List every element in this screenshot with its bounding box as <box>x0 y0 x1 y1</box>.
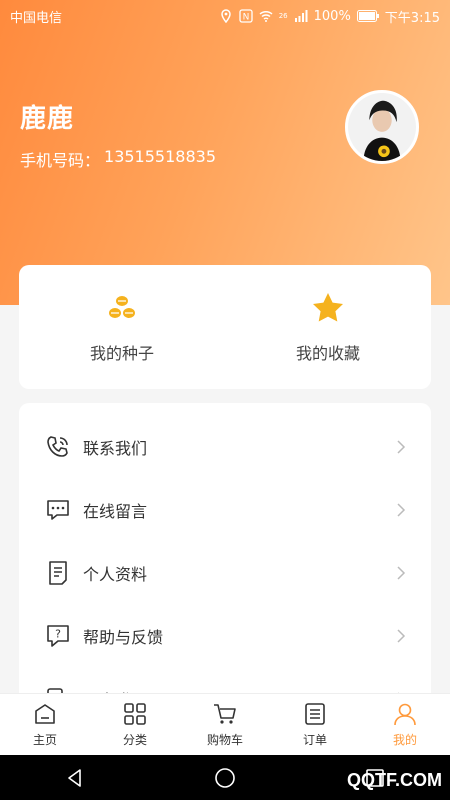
home-circle-icon[interactable] <box>213 766 237 790</box>
tab-label-mine: 我的 <box>392 733 417 747</box>
tab-home[interactable]: 主页 <box>0 694 90 755</box>
battery-percent: 100% <box>313 8 351 24</box>
user-name: 鹿鹿 <box>20 104 75 134</box>
svg-text:?: ? <box>55 627 61 640</box>
document-icon <box>49 560 67 585</box>
tab-mine[interactable]: 我的 <box>360 694 450 755</box>
my-seeds-button[interactable]: 我的种子 <box>42 290 202 364</box>
back-icon[interactable] <box>63 766 87 790</box>
my-favorites-button[interactable]: 我的收藏 <box>248 290 408 364</box>
menu-label-help: 帮助与反馈 <box>83 627 164 647</box>
chevron-right-icon <box>397 628 406 643</box>
menu-item-message[interactable]: 在线留言 <box>19 478 431 541</box>
my-favorites-label: 我的收藏 <box>295 344 360 363</box>
avatar-photo <box>348 93 416 161</box>
nfc-icon: N <box>239 9 253 23</box>
my-seeds-label: 我的种子 <box>89 344 154 363</box>
menu-label-profile: 个人资料 <box>83 564 148 584</box>
tab-label-category: 分类 <box>122 733 147 747</box>
watermark: QQTF.COM <box>347 770 442 790</box>
avatar[interactable] <box>345 90 419 164</box>
phone-icon <box>47 435 68 457</box>
chevron-right-icon <box>397 439 406 454</box>
help-icon: ? <box>47 624 69 647</box>
bottom-tab-bar: 主页 分类 购物车 订单 我的 <box>0 693 450 755</box>
tab-cart[interactable]: 购物车 <box>180 694 270 755</box>
signal-icon <box>294 10 308 22</box>
menu-item-help[interactable]: ? 帮助与反馈 <box>19 604 431 667</box>
order-icon <box>305 703 325 725</box>
home-icon <box>35 704 55 724</box>
menu-item-contact[interactable]: 联系我们 <box>19 415 431 478</box>
quick-access-card: 我的种子 我的收藏 <box>19 265 431 389</box>
tab-label-orders: 订单 <box>302 733 327 747</box>
tab-orders[interactable]: 订单 <box>270 694 360 755</box>
menu-label-message: 在线留言 <box>83 501 148 521</box>
chevron-right-icon <box>397 502 406 517</box>
tab-category[interactable]: 分类 <box>90 694 180 755</box>
phone-row: 手机号码： 13515518835 <box>20 147 216 171</box>
grid-icon <box>124 703 146 725</box>
battery-icon <box>356 10 379 22</box>
network-type: 26 <box>278 12 288 20</box>
menu-item-profile[interactable]: 个人资料 <box>19 541 431 604</box>
status-bar: 中国电信 N 26 100% 下午3:15 <box>0 0 450 32</box>
location-icon <box>220 9 231 23</box>
cart-icon <box>214 704 236 724</box>
clock: 下午3:15 <box>384 10 440 26</box>
tab-label-home: 主页 <box>32 733 57 747</box>
phone-number: 13515518835 <box>104 147 216 166</box>
menu-label-contact: 联系我们 <box>83 438 148 458</box>
wifi-icon <box>259 10 273 22</box>
settings-menu: 联系我们 在线留言 个人资料 ? 帮助与反馈 退出登录 <box>19 403 431 713</box>
phone-label: 手机号码： <box>20 151 101 170</box>
message-icon <box>47 499 69 520</box>
chevron-right-icon <box>397 565 406 580</box>
star-icon <box>313 293 343 322</box>
tab-label-cart: 购物车 <box>206 733 243 747</box>
svg-text:N: N <box>242 13 249 23</box>
user-icon <box>394 703 416 726</box>
carrier-label: 中国电信 <box>10 10 63 26</box>
seeds-icon <box>109 296 135 318</box>
